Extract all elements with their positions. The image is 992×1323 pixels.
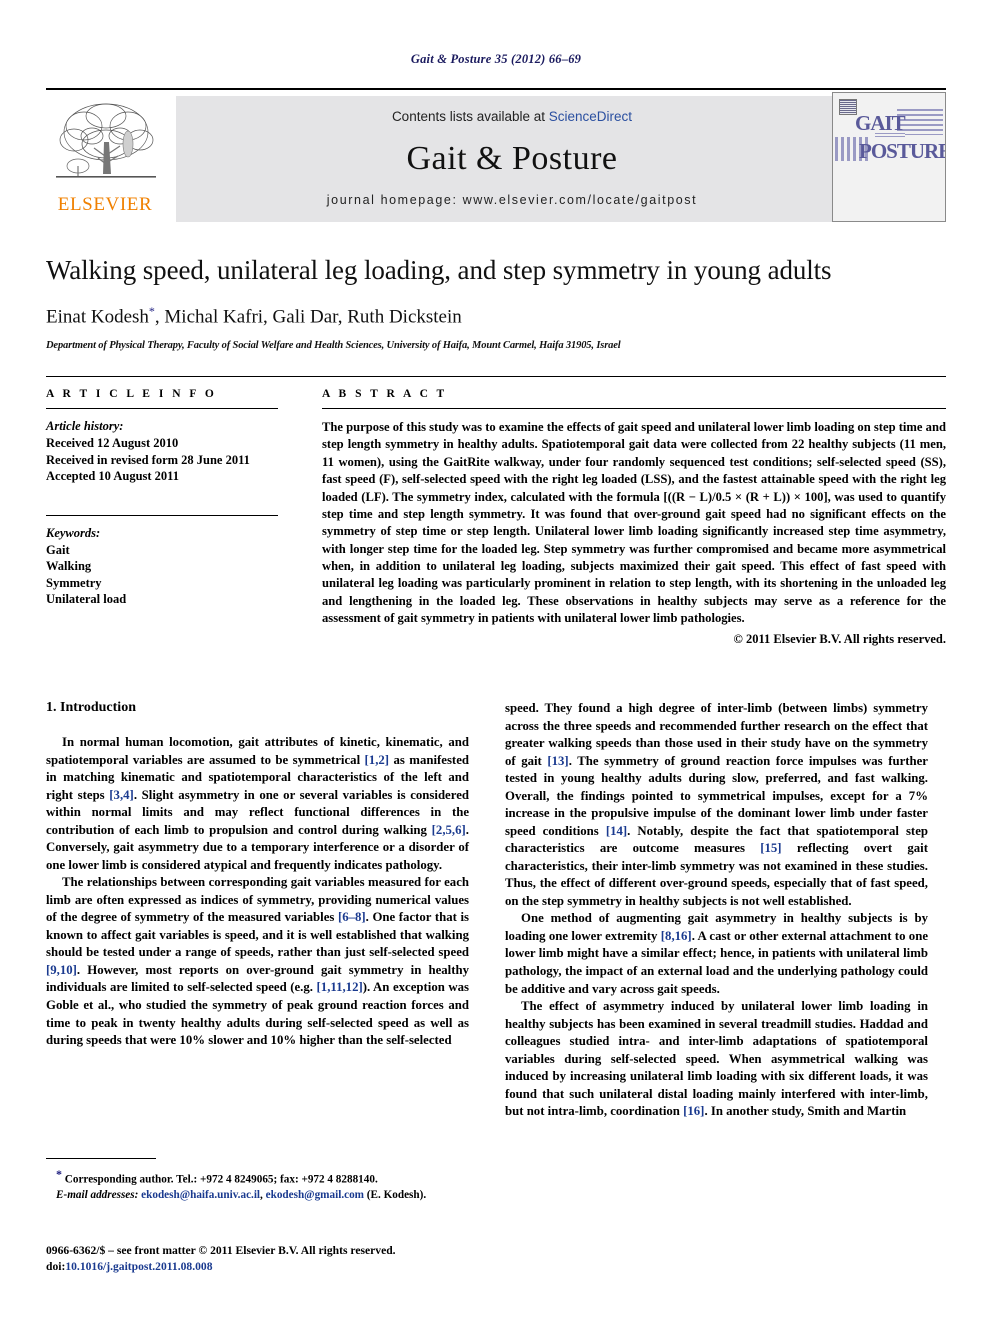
citation-link[interactable]: [2,5,6] (432, 823, 466, 837)
keywords-rule (46, 514, 278, 516)
footnote-contact: * Corresponding author. Tel.: +972 4 824… (46, 1166, 469, 1188)
doi-line: doi:10.1016/j.gaitpost.2011.08.008 (46, 1259, 546, 1275)
info-section-top-rule (46, 376, 946, 377)
journal-title: Gait & Posture (406, 140, 618, 177)
contents-prefix: Contents lists available at (391, 109, 549, 124)
title-block: Walking speed, unilateral leg loading, a… (46, 255, 946, 351)
email-link-primary[interactable]: ekodesh@haifa.univ.ac.il (141, 1189, 260, 1201)
keyword-item: Symmetry (46, 575, 102, 590)
body-paragraph: The effect of asymmetry induced by unila… (505, 999, 928, 1119)
cover-title-posture: POSTURE (859, 139, 946, 163)
citation-link[interactable]: [14] (606, 824, 627, 838)
history-received: Received 12 August 2010 (46, 436, 179, 450)
article-info-rule (46, 408, 278, 409)
abstract-copyright: © 2011 Elsevier B.V. All rights reserved… (733, 631, 946, 646)
history-revised: Received in revised form 28 June 2011 (46, 452, 250, 467)
article-info-column: A R T I C L E I N F O Article history: R… (46, 388, 278, 608)
footnote-rule (46, 1158, 156, 1159)
body-column-left: 1. Introduction In normal human locomoti… (46, 700, 469, 1050)
keywords-label: Keywords: (46, 525, 101, 540)
journal-band: Contents lists available at ScienceDirec… (176, 96, 848, 222)
abstract-text: The purpose of this study was to examine… (322, 420, 946, 626)
page-title: Walking speed, unilateral leg loading, a… (46, 255, 832, 285)
article-page: Gait & Posture 35 (2012) 66–69 ELSEVIER … (0, 0, 992, 1323)
abstract-heading: A B S T R A C T (322, 388, 448, 400)
abstract-rule (322, 408, 946, 409)
author-corresponding: Einat Kodesh (46, 306, 149, 328)
email-label: E-mail addresses: (56, 1188, 139, 1201)
journal-masthead: ELSEVIER Contents lists available at Sci… (46, 88, 946, 222)
article-info-heading: A R T I C L E I N F O (46, 388, 217, 400)
author-others: , Michal Kafri, Gali Dar, Ruth Dickstein (154, 306, 462, 328)
elsevier-tree-icon (56, 103, 156, 178)
citation-link[interactable]: [6–8] (338, 910, 366, 924)
masthead-top-rule (46, 88, 946, 90)
info-abstract-section: A R T I C L E I N F O Article history: R… (46, 376, 946, 678)
corresponding-author-footnote: * Corresponding author. Tel.: +972 4 824… (46, 1158, 469, 1203)
elsevier-logo: ELSEVIER (46, 96, 164, 222)
abstract-column: A B S T R A C T The purpose of this stud… (322, 388, 946, 647)
keywords-block: Keywords: Gait Walking Symmetry Unilater… (46, 514, 278, 608)
body-paragraph: One method of augmenting gait asymmetry … (505, 911, 929, 996)
footnote-emails: E-mail addresses: ekodesh@haifa.univ.ac.… (46, 1188, 469, 1203)
section-heading-introduction: 1. Introduction (46, 700, 136, 715)
journal-homepage-link[interactable]: journal homepage: www.elsevier.com/locat… (176, 193, 848, 207)
citation-link[interactable]: [8,16] (661, 929, 692, 943)
email-link-secondary[interactable]: ekodesh@gmail.com (266, 1189, 364, 1201)
elsevier-wordmark: ELSEVIER (57, 194, 153, 215)
article-history-label: Article history: (46, 419, 124, 433)
affiliation: Department of Physical Therapy, Faculty … (46, 340, 621, 352)
citation-link[interactable]: [13] (547, 754, 568, 768)
cover-title-gait: GAIT (855, 111, 906, 135)
contents-available-line: Contents lists available at ScienceDirec… (176, 109, 848, 124)
citation-link[interactable]: [15] (760, 841, 781, 855)
citation-link[interactable]: [1,2] (365, 753, 390, 767)
issn-copyright-line: 0966-6362/$ – see front matter © 2011 El… (46, 1244, 396, 1257)
citation-link[interactable]: [9,10] (46, 963, 77, 977)
citation-link[interactable]: [1,11,12] (317, 980, 363, 994)
keyword-item: Gait (46, 542, 70, 557)
body-paragraph: In normal human locomotion, gait attribu… (46, 735, 469, 872)
author-list: Einat Kodesh*, Michal Kafri, Gali Dar, R… (46, 304, 946, 328)
journal-cover-thumbnail[interactable]: GAIT POSTURE (832, 92, 946, 222)
running-head: Gait & Posture 35 (2012) 66–69 (410, 52, 582, 66)
doi-link[interactable]: 10.1016/j.gaitpost.2011.08.008 (65, 1260, 212, 1273)
email-owner: (E. Kodesh). (364, 1188, 427, 1201)
body-column-right: speed. They found a high degree of inter… (505, 700, 928, 1121)
doi-label: doi: (46, 1260, 66, 1274)
citation-link[interactable]: [16] (683, 1104, 704, 1118)
history-accepted: Accepted 10 August 2011 (46, 469, 179, 483)
body-paragraph: The relationships between corresponding … (46, 875, 469, 1048)
page-footer: 0966-6362/$ – see front matter © 2011 El… (46, 1243, 546, 1275)
keyword-item: Walking (46, 559, 92, 573)
sciencedirect-link[interactable]: ScienceDirect (549, 109, 632, 124)
keyword-item: Unilateral load (46, 592, 127, 606)
body-paragraph: speed. They found a high degree of inter… (505, 701, 928, 908)
footnote-contact-text: Corresponding author. Tel.: +972 4 82490… (62, 1173, 378, 1186)
body-columns: 1. Introduction In normal human locomoti… (46, 700, 946, 1200)
citation-link[interactable]: [3,4] (109, 788, 134, 802)
